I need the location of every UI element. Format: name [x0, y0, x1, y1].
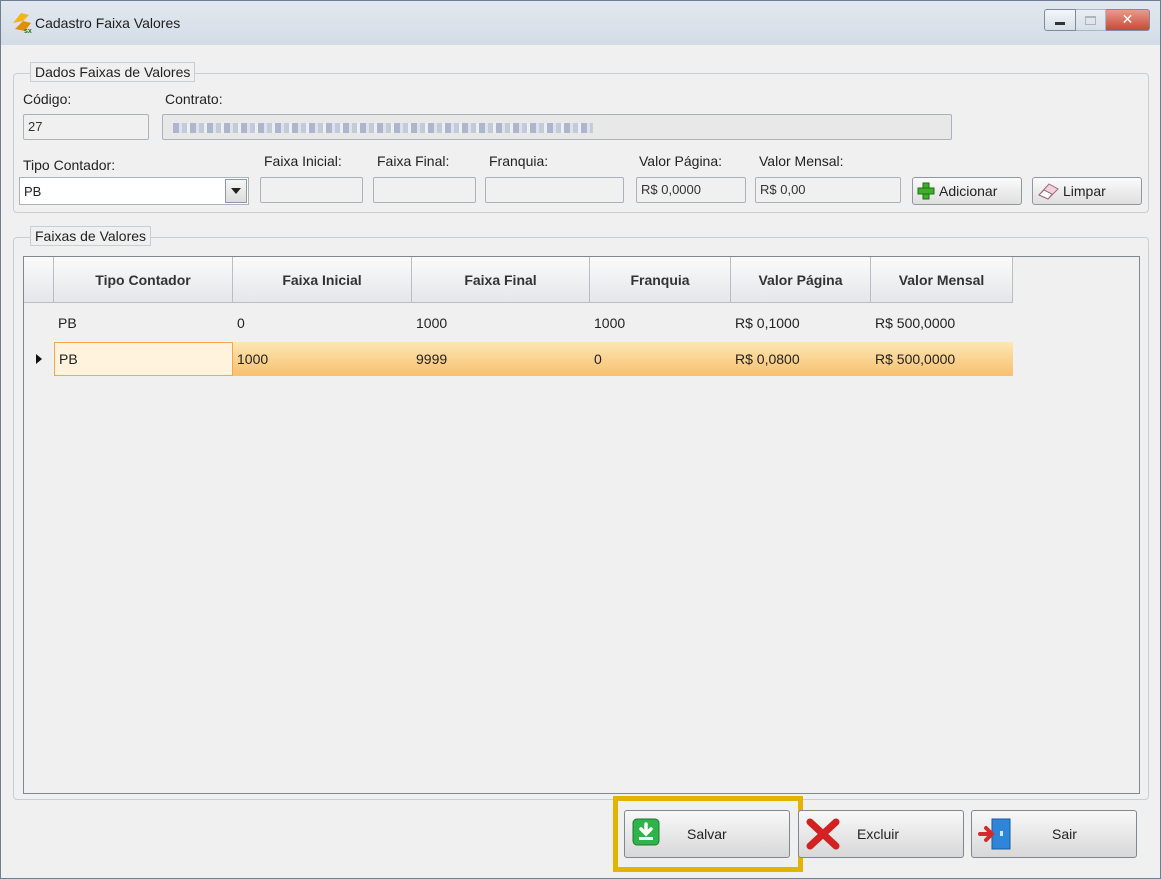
excluir-button[interactable]: Excluir	[798, 810, 964, 858]
table-cell[interactable]: R$ 500,0000	[871, 342, 1013, 376]
codigo-field[interactable]: 27	[23, 114, 149, 140]
delete-x-icon	[806, 818, 840, 850]
contrato-label: Contrato:	[165, 91, 223, 107]
svg-text:sx: sx	[24, 28, 32, 35]
limpar-button[interactable]: Limpar	[1032, 177, 1142, 205]
plus-icon	[917, 182, 935, 200]
table-cell[interactable]: 1000	[233, 342, 412, 376]
faixa-inicial-label: Faixa Inicial:	[264, 153, 342, 169]
codigo-label: Código:	[23, 91, 72, 107]
window: sx Cadastro Faixa Valores ✕ Dados Faixas…	[0, 0, 1161, 879]
table-row[interactable]: PB 0 1000 1000 R$ 0,1000 R$ 500,0000	[24, 306, 1013, 340]
minimize-button[interactable]	[1044, 9, 1076, 31]
app-logo-icon: sx	[13, 13, 32, 35]
table-cell[interactable]: 0	[233, 306, 412, 340]
tipo-contador-select[interactable]: PB	[19, 177, 249, 205]
eraser-icon	[1038, 183, 1059, 200]
table-cell[interactable]: R$ 0,1000	[731, 306, 871, 340]
column-header[interactable]: Valor Mensal	[871, 257, 1013, 303]
franquia-label: Franquia:	[489, 153, 549, 169]
column-header[interactable]: Faixa Inicial	[233, 257, 412, 303]
table-cell[interactable]: R$ 0,0800	[731, 342, 871, 376]
column-header[interactable]: Faixa Final	[412, 257, 590, 303]
adicionar-label: Adicionar	[939, 183, 998, 199]
table-cell[interactable]: R$ 500,0000	[871, 306, 1013, 340]
minimize-icon	[1055, 22, 1065, 25]
faixa-inicial-field[interactable]	[260, 177, 363, 203]
row-header[interactable]	[24, 342, 54, 376]
faixa-final-label: Faixa Final:	[377, 153, 450, 169]
table-cell[interactable]: PB	[54, 342, 233, 376]
limpar-label: Limpar	[1063, 183, 1106, 199]
maximize-button[interactable]	[1076, 9, 1106, 31]
column-header[interactable]: Valor Página	[731, 257, 871, 303]
column-header[interactable]: Franquia	[590, 257, 731, 303]
franquia-field[interactable]	[485, 177, 624, 203]
tipo-contador-value: PB	[24, 184, 42, 199]
sair-button[interactable]: Sair	[971, 810, 1137, 858]
column-header[interactable]: Tipo Contador	[54, 257, 233, 303]
sair-label: Sair	[1052, 826, 1077, 842]
table-row-selected[interactable]: PB 1000 9999 0 R$ 0,0800 R$ 500,0000	[24, 342, 1013, 376]
contrato-redacted-value	[173, 123, 593, 133]
save-download-icon	[632, 818, 660, 846]
tipo-contador-label: Tipo Contador:	[23, 157, 116, 173]
faixas-valores-legend: Faixas de Valores	[30, 226, 152, 246]
title-bar: sx Cadastro Faixa Valores ✕	[1, 1, 1160, 45]
chevron-down-icon	[231, 188, 241, 194]
faixas-grid[interactable]: Tipo Contador Faixa Inicial Faixa Final …	[23, 256, 1140, 794]
row-header-corner	[24, 257, 54, 303]
table-cell[interactable]: 9999	[412, 342, 590, 376]
adicionar-button[interactable]: Adicionar	[912, 177, 1022, 205]
table-cell[interactable]: 1000	[412, 306, 590, 340]
window-title: Cadastro Faixa Valores	[35, 15, 181, 31]
table-cell[interactable]: 1000	[590, 306, 731, 340]
faixa-final-field[interactable]	[373, 177, 476, 203]
valor-pagina-label: Valor Página:	[639, 153, 723, 169]
contrato-field[interactable]	[162, 114, 952, 140]
table-cell[interactable]: 0	[590, 342, 731, 376]
current-row-icon	[36, 354, 42, 364]
window-controls: ✕	[1044, 9, 1150, 31]
maximize-icon	[1085, 15, 1096, 25]
salvar-button[interactable]: Salvar	[624, 810, 790, 858]
salvar-label: Salvar	[687, 826, 727, 842]
table-cell[interactable]: PB	[54, 306, 233, 340]
valor-mensal-field[interactable]: R$ 0,00	[755, 177, 901, 203]
grid-header: Tipo Contador Faixa Inicial Faixa Final …	[24, 257, 1013, 303]
dropdown-button[interactable]	[225, 179, 247, 203]
close-icon: ✕	[1121, 12, 1134, 28]
excluir-label: Excluir	[857, 826, 900, 842]
exit-door-icon	[978, 818, 1011, 850]
valor-mensal-label: Valor Mensal:	[759, 153, 844, 169]
row-header[interactable]	[24, 306, 54, 340]
close-button[interactable]: ✕	[1106, 9, 1150, 31]
valor-pagina-field[interactable]: R$ 0,0000	[636, 177, 746, 203]
dados-faixas-legend: Dados Faixas de Valores	[30, 62, 196, 82]
